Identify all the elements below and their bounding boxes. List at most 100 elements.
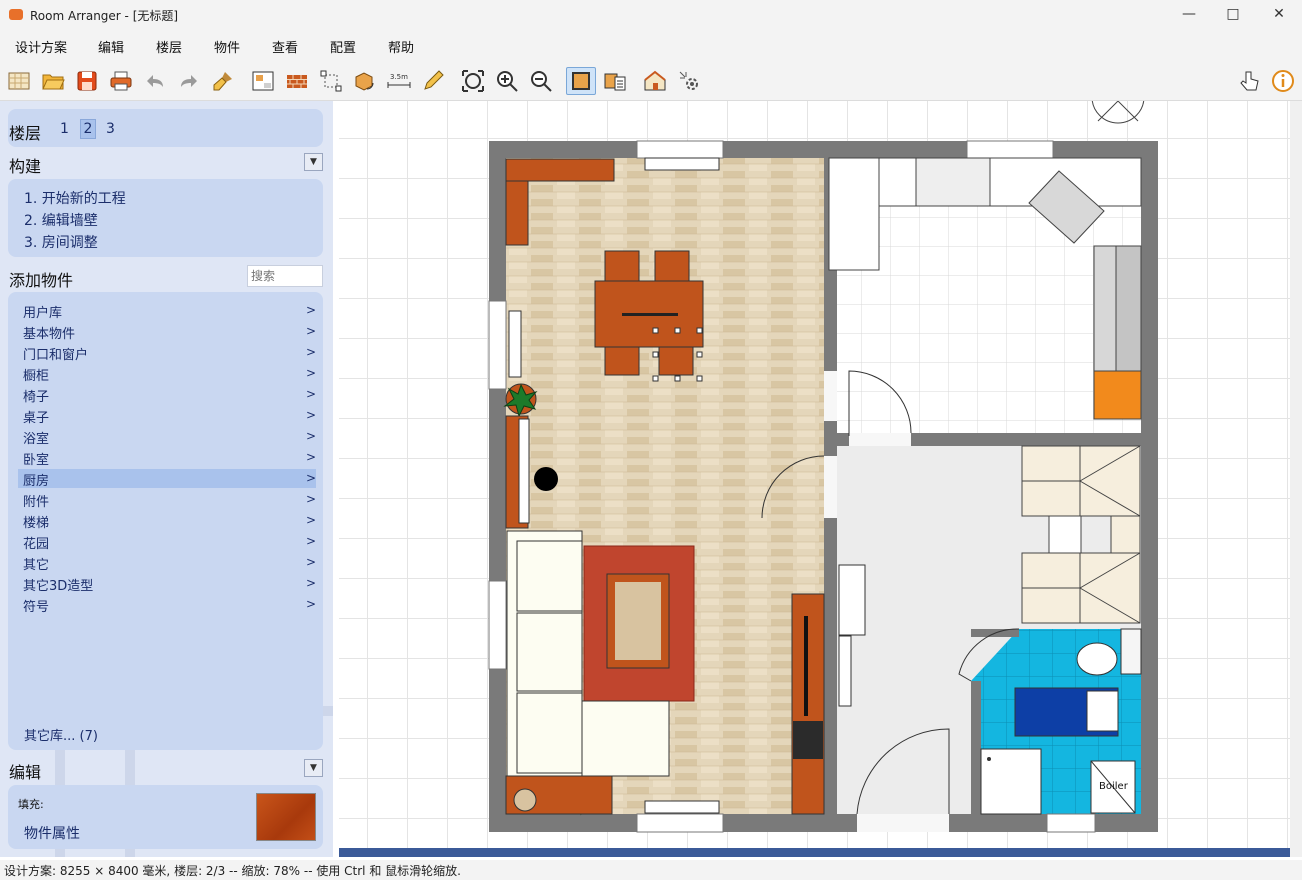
category-basic[interactable]: 基本物件 <box>23 323 75 342</box>
floorplan-canvas[interactable]: Boiler <box>339 101 1290 857</box>
chevron-right-icon: > <box>306 303 317 317</box>
step-edit-walls[interactable]: 2. 编辑墙壁 <box>24 210 98 230</box>
category-cabinets[interactable]: 橱柜 <box>23 365 49 384</box>
floor-label: 楼层 <box>9 124 42 143</box>
print-button[interactable] <box>109 69 133 93</box>
chevron-right-icon: > <box>306 534 317 548</box>
tv[interactable] <box>793 721 823 759</box>
touch-mode-button[interactable] <box>1237 69 1261 93</box>
menu-design[interactable]: 设计方案 <box>15 37 67 56</box>
chevron-right-icon: > <box>306 408 317 422</box>
category-user-library[interactable]: 用户库 <box>23 302 62 321</box>
category-symbols[interactable]: 符号 <box>23 596 49 615</box>
chevron-right-icon: > <box>306 366 317 380</box>
chevron-right-icon: > <box>306 471 317 485</box>
zoom-out-button[interactable] <box>529 69 553 93</box>
doorway <box>849 433 911 446</box>
dimension-icon: 3.5m <box>387 73 411 88</box>
object-list-button[interactable] <box>603 69 627 93</box>
selected-category-highlight <box>18 469 316 488</box>
settings-icon <box>679 71 698 90</box>
new-project-button[interactable] <box>7 69 31 93</box>
step-adjust-rooms[interactable]: 3. 房间调整 <box>24 232 98 252</box>
info-icon <box>1272 70 1294 92</box>
horizontal-scrollbar[interactable] <box>339 848 1290 857</box>
redo-button[interactable] <box>177 69 201 93</box>
object-properties-link[interactable]: 物件属性 <box>24 823 80 843</box>
zoom-fit-button[interactable] <box>461 69 485 93</box>
close-button[interactable]: ✕ <box>1256 0 1302 30</box>
pencil-button[interactable] <box>421 69 445 93</box>
vertical-scrollbar[interactable] <box>1290 101 1302 857</box>
step-new-project[interactable]: 1. 开始新的工程 <box>24 188 126 208</box>
new-project-icon <box>8 72 30 90</box>
category-tables[interactable]: 桌子 <box>23 407 49 426</box>
floor-3[interactable]: 3 <box>106 121 115 137</box>
maximize-button[interactable]: □ <box>1210 0 1256 30</box>
resize-icon <box>320 70 342 92</box>
redo-icon <box>181 75 197 87</box>
chevron-right-icon: > <box>306 429 317 443</box>
wall-icon <box>287 75 307 88</box>
3d-view-button[interactable] <box>643 69 667 93</box>
compass-needle <box>1097 101 1139 122</box>
floor-2[interactable]: 2 <box>80 119 96 139</box>
interior-wall[interactable] <box>971 681 981 814</box>
undo-button[interactable] <box>143 69 167 93</box>
settings-button[interactable] <box>677 69 701 93</box>
minimize-button[interactable]: — <box>1166 0 1212 30</box>
rotate-object-button[interactable] <box>353 69 377 93</box>
chevron-right-icon: > <box>306 450 317 464</box>
coffee-table-top <box>615 582 661 660</box>
fill-swatch[interactable] <box>256 793 316 841</box>
wall-button[interactable] <box>285 69 309 93</box>
open-button[interactable] <box>41 69 65 93</box>
info-button[interactable] <box>1271 69 1295 93</box>
category-bathroom[interactable]: 浴室 <box>23 428 49 447</box>
edit-collapse-button[interactable]: ▼ <box>304 759 323 777</box>
doorway <box>824 456 837 518</box>
view-2d-button[interactable] <box>566 67 596 95</box>
menu-objects[interactable]: 物件 <box>214 37 240 56</box>
category-doors-windows[interactable]: 门口和窗户 <box>23 344 88 363</box>
resize-button[interactable] <box>319 69 343 93</box>
floor-panel <box>8 109 323 147</box>
menu-help[interactable]: 帮助 <box>388 37 414 56</box>
category-accessories[interactable]: 附件 <box>23 491 49 510</box>
category-garden[interactable]: 花园 <box>23 533 49 552</box>
interior-wall[interactable] <box>824 518 837 814</box>
category-other-3d[interactable]: 其它3D造型 <box>23 575 93 594</box>
dimension-button[interactable]: 3.5m <box>387 69 411 93</box>
brush-button[interactable] <box>211 69 235 93</box>
build-collapse-button[interactable]: ▼ <box>304 153 323 171</box>
zoom-in-button[interactable] <box>495 69 519 93</box>
save-button[interactable] <box>75 69 99 93</box>
save-icon <box>77 71 97 91</box>
object-list-icon <box>604 73 626 91</box>
menu-config[interactable]: 配置 <box>330 37 356 56</box>
category-other[interactable]: 其它 <box>23 554 49 573</box>
floor-1[interactable]: 1 <box>60 121 69 137</box>
category-stairs[interactable]: 楼梯 <box>23 512 49 531</box>
minimize-icon: — <box>1182 6 1196 22</box>
front-door-opening <box>857 814 949 832</box>
category-kitchen[interactable]: 厨房 <box>23 470 49 489</box>
chevron-right-icon: > <box>306 555 317 569</box>
other-libraries-link[interactable]: 其它库... (7) <box>24 725 98 744</box>
category-bedroom[interactable]: 卧室 <box>23 449 49 468</box>
menu-view[interactable]: 查看 <box>272 37 298 56</box>
menu-edit[interactable]: 编辑 <box>98 37 124 56</box>
menu-floor[interactable]: 楼层 <box>156 37 182 56</box>
search-input[interactable] <box>247 265 323 287</box>
edit-room-icon <box>252 71 274 91</box>
stool[interactable] <box>534 467 558 491</box>
chevron-right-icon: > <box>306 513 317 527</box>
lamp[interactable] <box>513 788 537 812</box>
floorplan[interactable]: Boiler <box>339 101 1290 857</box>
toolbar: 3.5m <box>0 60 1302 101</box>
app-logo-icon <box>9 9 23 20</box>
edit-room-button[interactable] <box>251 69 275 93</box>
sink[interactable] <box>1086 690 1119 732</box>
category-chairs[interactable]: 椅子 <box>23 386 49 405</box>
open-folder-icon <box>42 74 65 90</box>
